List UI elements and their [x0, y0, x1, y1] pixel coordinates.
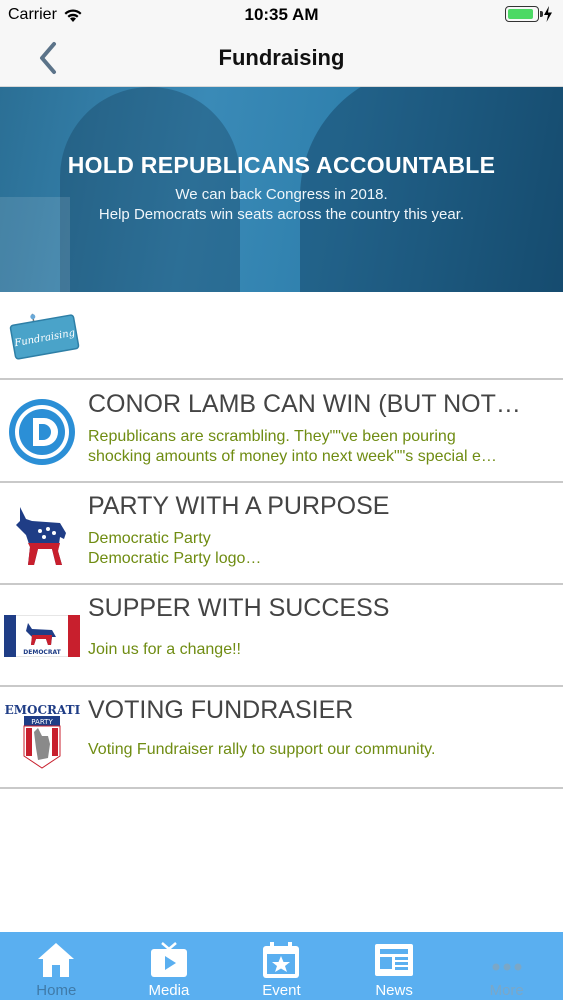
item-title: SUPPER WITH SUCCESS: [88, 594, 390, 622]
tab-media[interactable]: Media: [113, 932, 226, 1000]
tab-event[interactable]: Event: [225, 932, 338, 1000]
home-icon: [35, 940, 77, 980]
tab-news-label: News: [375, 982, 413, 999]
nav-bar: Fundraising: [0, 30, 563, 87]
tab-more-label: More: [489, 982, 524, 999]
item-thumbnail: DEMOCRAT: [4, 600, 80, 672]
item-title: CONOR LAMB CAN WIN (BUT NOT…: [88, 390, 521, 418]
banner-headline: HOLD REPUBLICANS ACCOUNTABLE: [67, 152, 496, 178]
democratic-party-logo-text: DEMOCRATIC: [4, 703, 80, 717]
tab-more[interactable]: More: [450, 932, 563, 1000]
list-item[interactable]: DEMOCRATIC PARTY VOTING FUNDRASIER Votin…: [0, 688, 563, 789]
democratic-d-logo-icon: [9, 399, 75, 465]
democratic-party-donkey-logo-icon: DEMOCRATIC PARTY: [4, 703, 80, 769]
item-title: VOTING FUNDRASIER: [88, 696, 354, 724]
item-description-line1: Democratic Party: [88, 530, 211, 547]
banner-subtext-1: We can back Congress in 2018.: [175, 186, 388, 203]
tab-bar: Home Media Event News More: [0, 932, 563, 1000]
item-thumbnail: DEMOCRATIC PARTY: [4, 702, 80, 774]
tv-play-icon: [148, 940, 190, 980]
charging-bolt-icon: [544, 6, 552, 22]
fundraising-sign-icon: Fundraising: [9, 313, 80, 360]
battery-icon: [505, 6, 543, 22]
app-screen: Carrier 10:35 AM Fundraising HOLD REPUBL…: [0, 0, 563, 1000]
newspaper-icon: [373, 940, 415, 980]
status-right: [505, 6, 553, 22]
calendar-star-icon: [260, 940, 302, 980]
item-description-line1: Republicans are scrambling. They""ve bee…: [88, 428, 456, 445]
democrat-flag-label: DEMOCRAT: [23, 649, 61, 656]
item-description-line1: Join us for a change!!: [88, 641, 241, 658]
item-thumbnail: [4, 396, 80, 468]
tab-news[interactable]: News: [338, 932, 451, 1000]
item-description-line1: Voting Fundraiser rally to support our c…: [88, 741, 436, 758]
tab-media-label: Media: [148, 982, 190, 999]
democratic-party-logo-subtext: PARTY: [31, 718, 53, 726]
tab-home[interactable]: Home: [0, 932, 113, 1000]
more-dots-icon: [486, 940, 528, 980]
list-item[interactable]: DEMOCRAT SUPPER WITH SUCCESS Join us for…: [0, 586, 563, 687]
tab-home-label: Home: [36, 982, 77, 999]
item-thumbnail: [4, 498, 80, 570]
donkey-logo-icon: [16, 507, 66, 565]
item-description-line2: Democratic Party logo…: [88, 550, 262, 567]
page-title: Fundraising: [218, 45, 345, 70]
banner-subtext-2: Help Democrats win seats across the coun…: [98, 206, 465, 223]
category-row[interactable]: Fundraising: [0, 292, 563, 380]
list-item[interactable]: CONOR LAMB CAN WIN (BUT NOT… Republicans…: [0, 382, 563, 483]
status-bar: Carrier 10:35 AM: [0, 0, 563, 30]
tab-event-label: Event: [262, 982, 301, 999]
hero-banner[interactable]: HOLD REPUBLICANS ACCOUNTABLE We can back…: [0, 87, 563, 292]
item-title: PARTY WITH A PURPOSE: [88, 492, 390, 520]
list-item[interactable]: PARTY WITH A PURPOSE Democratic Party De…: [0, 484, 563, 585]
battery-fill: [508, 9, 534, 19]
status-time: 10:35 AM: [244, 5, 319, 24]
item-description-line2: shocking amounts of money into next week…: [88, 448, 497, 465]
democrat-flag-logo-icon: DEMOCRAT: [4, 615, 80, 657]
